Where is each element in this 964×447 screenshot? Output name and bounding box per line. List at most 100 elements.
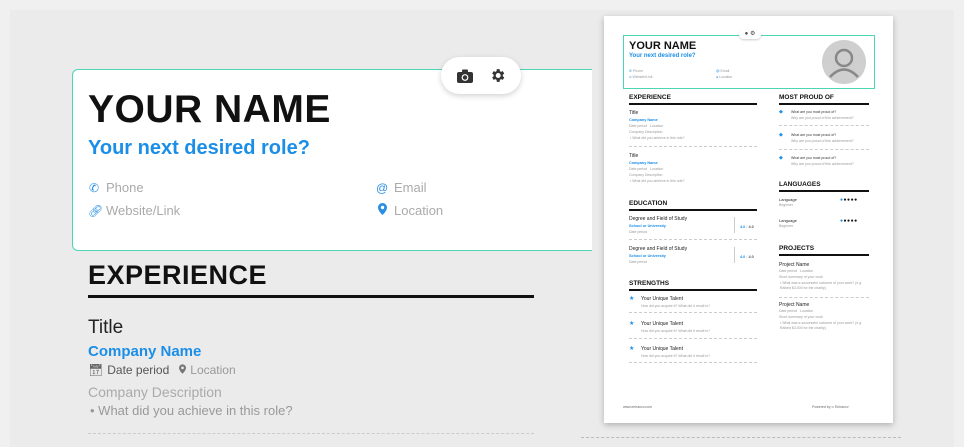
resume-page-preview[interactable]: ● ⚙ YOUR NAME Your next desired role? ✆ … xyxy=(604,16,893,423)
mini-project-summary: Short summary of your work xyxy=(779,315,823,319)
mini-exp-desc: Company Description xyxy=(629,173,663,177)
diamond-icon: ◆ xyxy=(779,155,783,161)
mini-website-label: Website/Link xyxy=(632,75,653,79)
mini-exp-bullet: • What did you achieve in this role? xyxy=(630,179,685,183)
experience-location-field[interactable]: Location xyxy=(179,363,236,377)
company-name-field[interactable]: Company Name xyxy=(88,343,201,360)
at-icon: @ xyxy=(376,180,389,195)
mini-language-dots: ●●●●● xyxy=(840,218,858,224)
camera-icon[interactable] xyxy=(455,66,475,86)
experience-title-field[interactable]: Title xyxy=(88,317,123,339)
diamond-icon: ◆ xyxy=(779,132,783,138)
email-field[interactable]: @ Email xyxy=(376,180,427,195)
page-divider xyxy=(581,437,901,438)
mini-education-title: EDUCATION xyxy=(629,200,668,207)
location-pin-icon xyxy=(179,363,187,377)
location-label: Location xyxy=(394,203,444,218)
mini-project-summary: Short summary of your work xyxy=(779,275,823,279)
mini-project-name: Project Name xyxy=(779,302,810,308)
mini-divider xyxy=(779,149,869,150)
achievement-bullet[interactable]: • What did you achieve in this role? xyxy=(90,403,293,418)
mini-footer-url: www.enhancv.com xyxy=(623,405,652,409)
mini-proud-a: Why are you proud of this achievement? xyxy=(791,139,854,143)
location-pin-icon xyxy=(376,203,388,218)
mini-rule xyxy=(629,209,757,211)
mini-divider xyxy=(779,125,869,126)
mini-school: School or University xyxy=(629,224,666,228)
mini-gpa-bar xyxy=(734,217,735,233)
mini-at-icon: @ xyxy=(716,69,720,73)
phone-label: Phone xyxy=(106,180,144,195)
mini-edu-date: Date period xyxy=(629,230,648,234)
mini-exp-desc: Company Description xyxy=(629,130,663,134)
mini-rule xyxy=(779,190,869,192)
mini-divider xyxy=(629,239,757,240)
mini-camera-icon: ● xyxy=(744,31,749,37)
mini-location: ● Location xyxy=(716,75,732,79)
enhancv-logo-icon: ∞ xyxy=(831,405,834,409)
mini-name: YOUR NAME xyxy=(629,40,697,52)
mini-exp-bullet: • What did you achieve in this role? xyxy=(630,136,685,140)
location-field[interactable]: Location xyxy=(376,203,443,218)
mini-exp-company: Company Name xyxy=(629,118,658,122)
mini-proud-q: What are you most proud of? xyxy=(791,133,837,137)
mini-phone-label: Phone xyxy=(632,69,644,73)
mini-project-meta: Date period Location xyxy=(779,309,814,313)
mini-website: ∞ Website/Link xyxy=(629,75,652,79)
mini-header-toolbar: ● ⚙ xyxy=(739,30,761,39)
mini-proud-q: What are you most proud of? xyxy=(791,110,837,114)
mini-languages-title: LANGUAGES xyxy=(779,181,821,188)
section-divider xyxy=(88,295,534,298)
mini-role: Your next desired role? xyxy=(629,53,696,59)
mini-gear-icon: ⚙ xyxy=(749,31,756,37)
mini-project-meta: Date period Location xyxy=(779,269,814,273)
mini-project-bullet: • What was a successful outcome of your … xyxy=(780,321,863,330)
mini-proud-title: MOST PROUD OF xyxy=(779,94,834,101)
mini-rule xyxy=(779,103,869,105)
mini-edu-date: Date period xyxy=(629,260,648,264)
mini-language: Language xyxy=(779,197,797,202)
mini-location-icon: ● xyxy=(716,75,719,79)
mini-exp-company: Company Name xyxy=(629,161,658,165)
mini-footer-powered: Powered by ∞ Enhancv xyxy=(812,405,849,409)
entry-divider xyxy=(88,433,534,434)
header-toolbar xyxy=(441,57,521,94)
mini-divider xyxy=(779,297,869,298)
mini-strengths-title: STRENGTHS xyxy=(629,280,670,287)
mini-proud-a: Why are you proud of this achievement? xyxy=(791,116,854,120)
mini-strength-desc: How did you acquire it? What did it resu… xyxy=(641,354,711,358)
mini-gpa: 4.0 / 4.0 xyxy=(740,255,754,259)
mini-gpa-bar xyxy=(734,247,735,263)
experience-meta: 📅︎ Date period Location xyxy=(88,363,236,377)
mini-rule xyxy=(779,254,869,256)
desired-role-field[interactable]: Your next desired role? xyxy=(88,137,310,160)
mini-language-dots: ●●●●● xyxy=(840,197,858,203)
experience-section-title[interactable]: EXPERIENCE xyxy=(88,260,267,291)
mini-rule xyxy=(629,103,757,105)
diamond-icon: ◆ xyxy=(779,109,783,115)
mini-school: School or University xyxy=(629,254,666,258)
mini-project-bullet: • What was a successful outcome of your … xyxy=(780,281,863,290)
avatar-icon[interactable] xyxy=(822,40,866,84)
mini-divider xyxy=(629,362,757,363)
company-description-field[interactable]: Company Description xyxy=(88,384,222,400)
mini-degree: Degree and Field of Study xyxy=(629,246,688,252)
mini-projects-title: PROJECTS xyxy=(779,245,815,252)
mini-rule xyxy=(629,289,757,291)
mini-exp-title: Title xyxy=(629,153,639,159)
mini-location-label: Location xyxy=(719,75,733,79)
mini-divider xyxy=(629,312,757,313)
mini-proud-a: Why are you proud of this achievement? xyxy=(791,162,854,166)
mini-gpa: 4.0 / 4.0 xyxy=(740,225,754,229)
experience-location-label: Location xyxy=(190,363,236,377)
mini-language-level: Beginner xyxy=(779,203,794,207)
date-period-field[interactable]: 📅︎ Date period xyxy=(88,363,169,377)
date-period-label: Date period xyxy=(107,363,170,377)
mini-language: Language xyxy=(779,218,797,223)
mini-strength-desc: How did you acquire it? What did it resu… xyxy=(641,329,711,333)
phone-field[interactable]: ✆ Phone xyxy=(88,180,144,195)
name-field[interactable]: YOUR NAME xyxy=(88,88,331,132)
gear-icon[interactable] xyxy=(487,66,507,86)
mini-email: @ Email xyxy=(716,69,729,73)
website-field[interactable]: 🔗︎ Website/Link xyxy=(88,203,180,218)
